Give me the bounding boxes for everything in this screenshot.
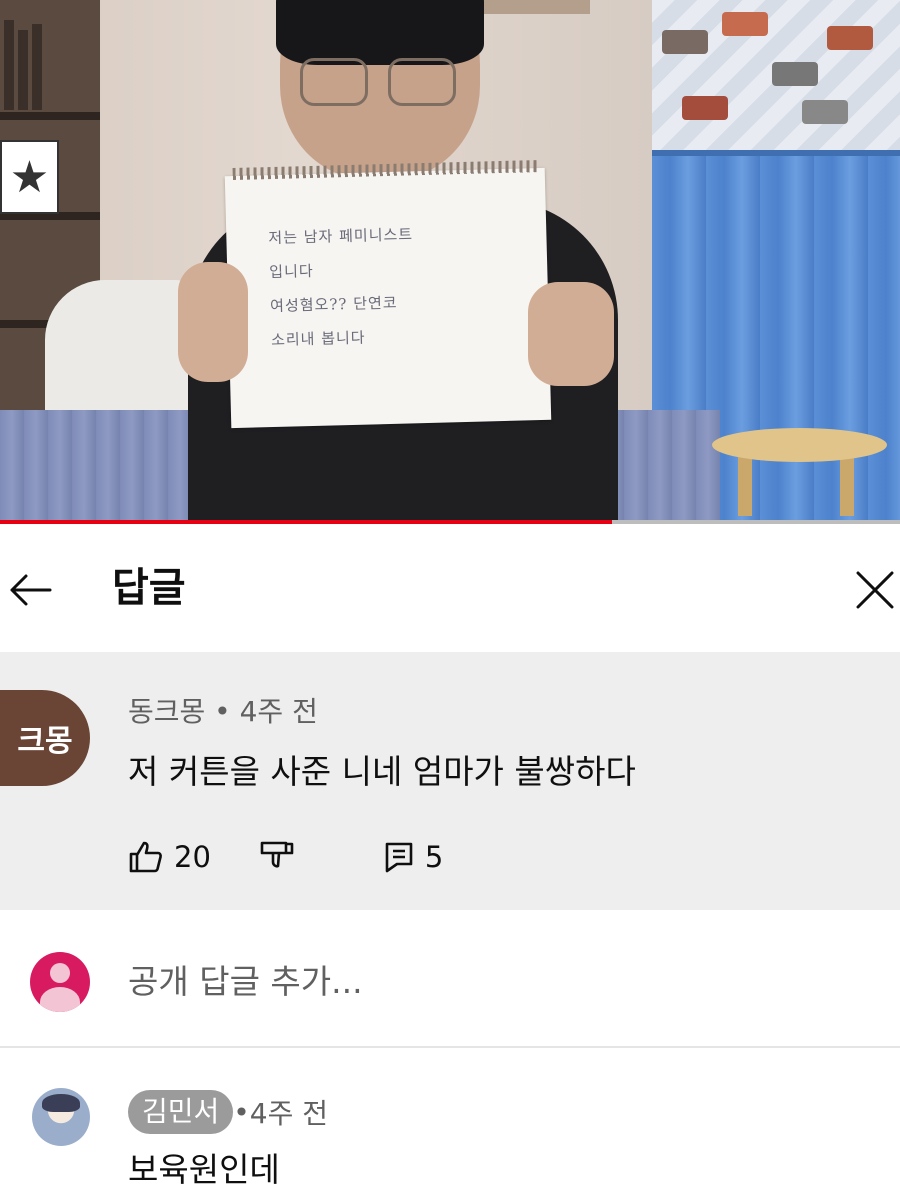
comment-actions: 20 5 xyxy=(128,832,443,882)
sketchbook-sign: 저는 남자 페미니스트 입니다 여성혐오?? 단연코 소리내 봅니다 xyxy=(224,160,552,429)
comment-meta: 동크몽 • 4주 전 xyxy=(128,690,318,734)
left-hand xyxy=(178,262,248,382)
meta-separator: • xyxy=(233,1095,250,1129)
picture-frame xyxy=(480,0,590,14)
like-count: 20 xyxy=(174,840,211,874)
user-avatar-icon xyxy=(30,952,90,1012)
reply-button[interactable]: 5 xyxy=(383,840,443,874)
reply-time: 4주 전 xyxy=(249,1097,329,1130)
reply-text: 보육원인데 xyxy=(128,1150,280,1189)
page-title: 답글 xyxy=(112,565,186,611)
right-hand xyxy=(528,282,614,386)
arrow-left-icon xyxy=(10,574,52,606)
reply-icon xyxy=(385,842,413,873)
reply-author[interactable]: 김민서 xyxy=(128,1090,234,1134)
comment-author[interactable]: 동크몽 xyxy=(128,695,205,728)
comment-time: 4주 전 xyxy=(239,695,318,728)
reply-meta: 김민서 • 4주 전 xyxy=(128,1090,328,1134)
glasses xyxy=(300,58,368,106)
like-button[interactable]: 20 xyxy=(128,840,211,874)
sign-handwriting: 저는 남자 페미니스트 입니다 여성혐오?? 단연코 소리내 봅니다 xyxy=(268,225,414,350)
reply-input[interactable]: 공개 답글 추가... xyxy=(128,952,848,1012)
thumbs-down-icon xyxy=(260,841,294,868)
avatar[interactable] xyxy=(32,1088,90,1146)
glasses xyxy=(388,58,456,106)
comment-text: 저 커튼을 사준 니네 엄마가 불쌍하다 xyxy=(128,752,636,791)
thumbs-up-icon xyxy=(129,841,162,873)
person-hair xyxy=(276,0,484,65)
horse-valance xyxy=(652,0,900,156)
dislike-button[interactable] xyxy=(259,840,295,874)
video-player[interactable]: ★ 저는 남자 페미니스트 입니다 여성혐오?? 단연코 소리내 봅니다 xyxy=(0,0,900,522)
stool-leg xyxy=(738,456,752,516)
reply-count: 5 xyxy=(424,840,444,874)
avatar-text: 크몽 xyxy=(17,724,73,759)
close-x-icon xyxy=(856,571,894,609)
stool-leg xyxy=(840,456,854,516)
meta-separator: • xyxy=(205,695,240,728)
close-button[interactable] xyxy=(850,550,900,630)
wooden-stool xyxy=(712,428,887,462)
back-button[interactable] xyxy=(0,540,60,640)
star-box: ★ xyxy=(0,140,59,214)
